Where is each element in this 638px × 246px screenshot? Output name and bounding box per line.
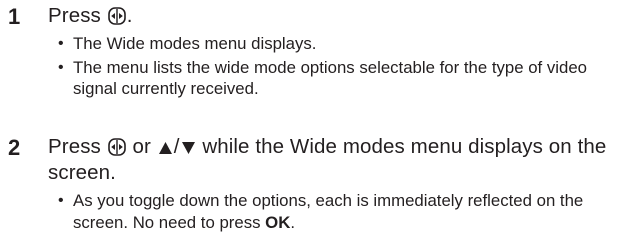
- wide-button-icon: [107, 138, 126, 156]
- step-title-text: Press: [48, 135, 101, 158]
- list-item: • The Wide modes menu displays.: [56, 33, 631, 55]
- wide-button-icon: [107, 7, 126, 25]
- step-title-slash: /: [173, 135, 180, 158]
- ok-button-label: OK: [265, 212, 291, 232]
- up-triangle-icon: [158, 142, 172, 154]
- step-title-or: or: [132, 135, 151, 158]
- bullet-icon: •: [58, 58, 64, 76]
- step-number: 2: [8, 135, 21, 160]
- step-title-period: .: [126, 4, 133, 27]
- step-title-text: Press: [48, 4, 101, 27]
- list-item-text: As you toggle down the options, each is …: [73, 191, 584, 232]
- list-item-text: The Wide modes menu displays.: [73, 34, 317, 53]
- instruction-document: 1 Press . • The Wide modes menu displays…: [0, 0, 638, 246]
- step-title: Press .: [48, 3, 628, 29]
- list-item-period: .: [290, 212, 296, 232]
- list-item: • As you toggle down the options, each i…: [56, 190, 631, 233]
- list-item: • The menu lists the wide mode options s…: [56, 57, 631, 100]
- bullet-list: • As you toggle down the options, each i…: [56, 190, 631, 235]
- bullet-icon: •: [58, 192, 64, 209]
- step-title: Press or / while the Wide modes menu dis…: [48, 134, 628, 186]
- list-item-text: The menu lists the wide mode options sel…: [73, 57, 587, 99]
- down-triangle-icon: [181, 142, 195, 154]
- bullet-icon: •: [58, 35, 64, 52]
- step-number: 1: [8, 4, 21, 29]
- bullet-list: • The Wide modes menu displays. • The me…: [56, 33, 631, 102]
